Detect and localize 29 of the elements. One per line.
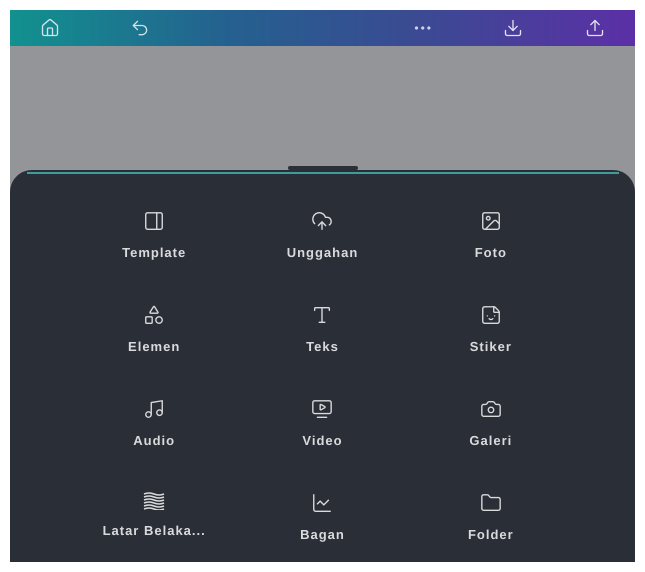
menu-item-label[interactable]: Template [122,243,186,262]
line-chart-icon[interactable] [311,492,334,514]
wave-pattern-icon[interactable] [143,492,166,510]
menu-item-label[interactable]: Folder [468,525,514,544]
menu-item-label[interactable]: Elemen [128,337,180,356]
video-icon[interactable] [311,398,334,420]
menu-item-label[interactable]: Teks [306,337,339,356]
music-note-icon[interactable] [143,398,166,420]
menu-item-label[interactable]: Stiker [470,337,512,356]
layout-icon[interactable] [143,210,166,232]
image-icon[interactable] [480,210,502,232]
download-icon[interactable] [503,18,523,38]
menu-item-label[interactable]: Video [302,431,343,450]
menu-item-label[interactable]: Unggahan [286,243,358,262]
shapes-icon[interactable] [143,304,166,326]
folder-icon[interactable] [480,492,502,514]
menu-item-label[interactable]: Galeri [469,431,512,450]
menu-item-label[interactable]: Foto [474,243,507,262]
menu-item-label[interactable]: Audio [133,431,176,450]
menu-item-label[interactable]: Bagan [300,525,345,544]
more-button[interactable]: ••• [414,19,433,37]
drag-handle[interactable] [288,166,358,170]
undo-icon[interactable] [130,18,150,38]
cloud-upload-icon[interactable] [311,210,334,232]
camera-icon[interactable] [480,398,502,420]
home-icon[interactable] [40,18,60,38]
sticker-icon[interactable] [480,304,502,326]
menu-item-label[interactable]: Latar Belaka... [102,521,206,540]
share-icon[interactable] [585,18,605,38]
